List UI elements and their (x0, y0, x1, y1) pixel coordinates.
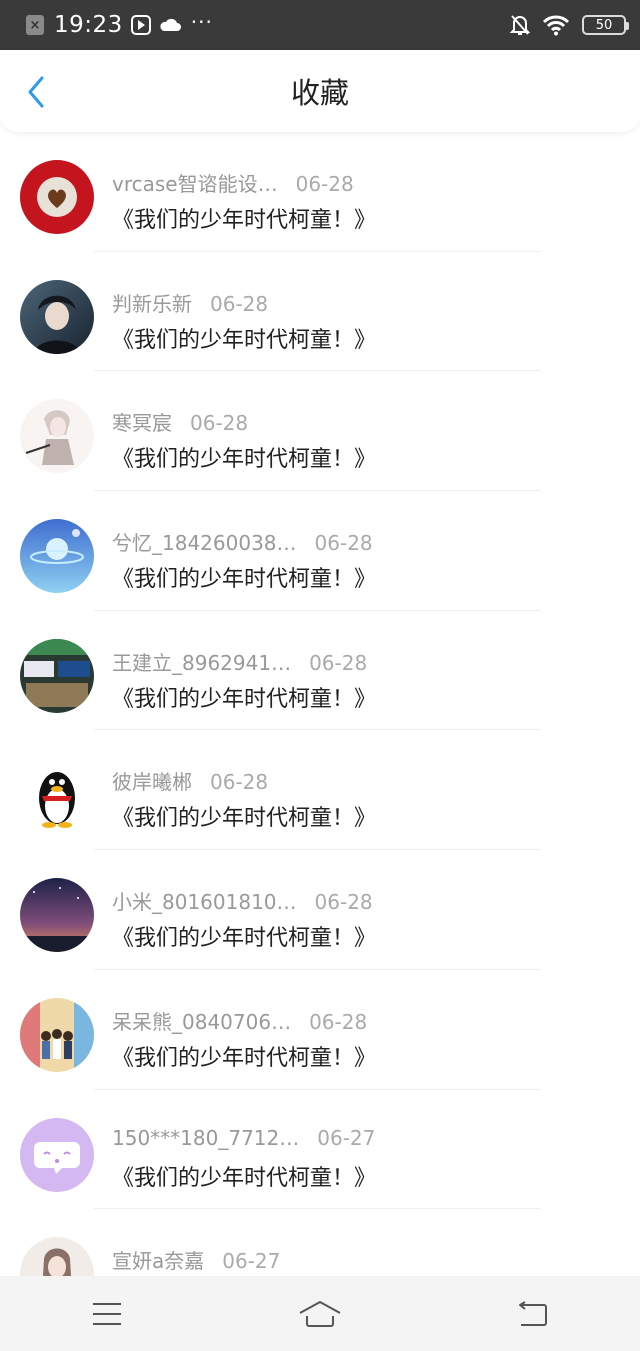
list-item[interactable]: 寒冥宸 06-28 《我们的少年时代柯童！》 (0, 371, 640, 492)
menu-button[interactable] (77, 1284, 137, 1344)
item-date: 06-28 (295, 172, 354, 196)
list-item[interactable]: 宣妍a奈嘉 06-27 (0, 1209, 640, 1276)
list-item[interactable]: 判新乐新 06-28 《我们的少年时代柯童！》 (0, 252, 640, 372)
item-title: 《我们的少年时代柯童！》 (112, 1165, 377, 1191)
home-button[interactable] (290, 1284, 350, 1344)
list-item[interactable]: 彼岸曦郴 06-28 《我们的少年时代柯童！》 (0, 730, 640, 851)
page-title: 收藏 (290, 76, 349, 110)
item-title: 《我们的少年时代柯童！》 (112, 1045, 377, 1071)
user-name: 呆呆熊_0840706… (112, 1009, 292, 1034)
list-item[interactable]: 小米_801601810… 06-28 《我们的少年时代柯童！》 (0, 850, 640, 970)
avatar[interactable] (20, 1117, 94, 1192)
item-date: 06-27 (222, 1249, 281, 1274)
chevron-left-icon (28, 76, 44, 108)
item-date: 06-28 (314, 890, 373, 915)
list-item[interactable]: 150***180_7712… 06-27 《我们的少年时代柯童！》 (0, 1090, 640, 1210)
avatar[interactable] (20, 399, 94, 474)
app-close-icon: × (26, 15, 44, 35)
menu-icon (92, 1302, 121, 1325)
favorites-list: vrcase智谘能设… 06-28 《我们的少年时代柯童！》 判新乐新 06-2… (0, 132, 640, 1276)
avatar[interactable] (20, 758, 94, 833)
item-date: 06-28 (309, 650, 368, 675)
user-name: 王建立_8962941… (112, 650, 292, 675)
status-time: 19:23 (54, 12, 123, 38)
header-bar: 收藏 (0, 50, 640, 132)
home-icon (299, 1300, 341, 1327)
user-name: 小米_801601810… (112, 890, 297, 915)
return-button[interactable] (503, 1284, 563, 1344)
cloud-icon (160, 18, 181, 31)
user-name: 彼岸曦郴 (112, 770, 192, 795)
item-title: 《我们的少年时代柯童！》 (112, 327, 377, 353)
item-date: 06-28 (190, 411, 249, 436)
item-title: 《我们的少年时代柯童！》 (112, 208, 377, 233)
avatar[interactable] (20, 997, 94, 1072)
wifi-icon (542, 15, 570, 36)
item-title: 《我们的少年时代柯童！》 (112, 926, 377, 952)
user-name: 判新乐新 (112, 291, 192, 316)
item-date: 06-28 (309, 1009, 368, 1034)
avatar[interactable] (20, 638, 94, 713)
user-name: 150***180_7712… (112, 1125, 300, 1150)
back-button[interactable] (20, 74, 52, 110)
avatar[interactable] (20, 279, 94, 354)
user-name: 寒冥宸 (112, 411, 172, 436)
item-title: 《我们的少年时代柯童！》 (112, 806, 377, 832)
item-date: 06-27 (317, 1125, 376, 1150)
avatar[interactable] (20, 519, 94, 594)
avatar[interactable] (20, 1237, 94, 1276)
mute-bell-icon (510, 15, 530, 35)
item-title: 《我们的少年时代柯童！》 (112, 567, 377, 593)
return-icon (519, 1300, 548, 1326)
list-item[interactable]: 王建立_8962941… 06-28 《我们的少年时代柯童！》 (0, 611, 640, 731)
item-date: 06-28 (314, 531, 373, 556)
list-item[interactable]: vrcase智谘能设… 06-28 《我们的少年时代柯童！》 (0, 132, 640, 252)
list-item[interactable]: 兮忆_184260038… 06-28 《我们的少年时代柯童！》 (0, 491, 640, 611)
item-date: 06-28 (210, 770, 269, 795)
item-date: 06-28 (210, 291, 269, 316)
user-name: 兮忆_184260038… (112, 531, 297, 556)
avatar[interactable] (20, 160, 94, 234)
item-title: 《我们的少年时代柯童！》 (112, 686, 377, 712)
battery-icon: 50 (582, 15, 629, 35)
status-more-dots: ··· (190, 10, 213, 34)
avatar[interactable] (20, 878, 94, 953)
item-title: 《我们的少年时代柯童！》 (112, 447, 377, 473)
video-icon (130, 15, 151, 35)
user-name: vrcase智谘能设… (112, 172, 278, 196)
list-item[interactable]: 呆呆熊_0840706… 06-28 《我们的少年时代柯童！》 (0, 970, 640, 1090)
user-name: 宣妍a奈嘉 (112, 1249, 205, 1274)
battery-level: 50 (595, 17, 613, 33)
status-bar: × 19:23 ··· 50 (0, 0, 640, 50)
system-nav-bar (0, 1276, 640, 1351)
